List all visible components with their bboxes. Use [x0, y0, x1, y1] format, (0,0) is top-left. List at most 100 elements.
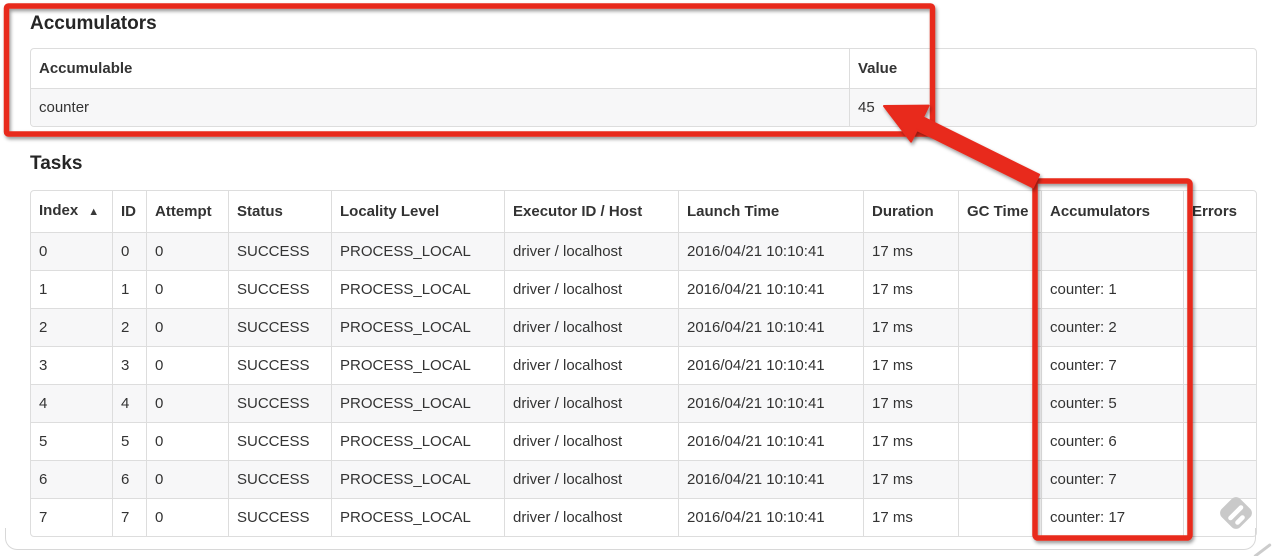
errors-cell: [1183, 498, 1256, 536]
accumulator-row: counter 45: [31, 88, 1256, 126]
accumulable-value-cell: 45: [849, 88, 1256, 126]
id-cell: 6: [112, 460, 146, 498]
status-cell: SUCCESS: [228, 460, 331, 498]
executor-cell: driver / localhost: [504, 346, 678, 384]
launch-time-column-header[interactable]: Launch Time: [678, 191, 863, 232]
spark-stage-page: Accumulators Accumulable Value counter 4…: [0, 0, 1280, 556]
task-row: 3 3 0 SUCCESS PROCESS_LOCAL driver / loc…: [31, 346, 1256, 384]
accumulable-name-cell: counter: [31, 88, 849, 126]
status-cell: SUCCESS: [228, 308, 331, 346]
index-header-label: Index: [39, 202, 79, 219]
gc-time-cell: [958, 308, 1041, 346]
executor-cell: driver / localhost: [504, 498, 678, 536]
page-curl-decoration: [1253, 542, 1272, 556]
duration-cell: 17 ms: [863, 308, 958, 346]
gc-time-cell: [958, 498, 1041, 536]
duration-cell: 17 ms: [863, 232, 958, 270]
executor-cell: driver / localhost: [504, 460, 678, 498]
duration-column-header[interactable]: Duration: [863, 191, 958, 232]
launch-time-cell: 2016/04/21 10:10:41: [678, 422, 863, 460]
gc-time-cell: [958, 384, 1041, 422]
index-column-header[interactable]: Index ▲: [31, 191, 112, 232]
task-row: 7 7 0 SUCCESS PROCESS_LOCAL driver / loc…: [31, 498, 1256, 536]
executor-cell: driver / localhost: [504, 422, 678, 460]
accumulators-heading: Accumulators: [30, 13, 157, 34]
locality-cell: PROCESS_LOCAL: [331, 308, 504, 346]
attempt-cell: 0: [146, 422, 228, 460]
task-row: 1 1 0 SUCCESS PROCESS_LOCAL driver / loc…: [31, 270, 1256, 308]
launch-time-cell: 2016/04/21 10:10:41: [678, 232, 863, 270]
attempt-cell: 0: [146, 498, 228, 536]
accumulators-table: Accumulable Value counter 45: [30, 48, 1257, 127]
tasks-header-row: Index ▲ ID Attempt Status Locality Level …: [31, 191, 1256, 232]
errors-column-header[interactable]: Errors: [1183, 191, 1256, 232]
status-cell: SUCCESS: [228, 346, 331, 384]
accumulators-cell: counter: 7: [1041, 460, 1183, 498]
errors-cell: [1183, 460, 1256, 498]
accumulators-cell: [1041, 232, 1183, 270]
id-cell: 0: [112, 232, 146, 270]
duration-cell: 17 ms: [863, 270, 958, 308]
id-cell: 1: [112, 270, 146, 308]
errors-cell: [1183, 270, 1256, 308]
accumulators-cell: counter: 6: [1041, 422, 1183, 460]
locality-cell: PROCESS_LOCAL: [331, 422, 504, 460]
errors-cell: [1183, 232, 1256, 270]
index-cell: 7: [31, 498, 112, 536]
locality-cell: PROCESS_LOCAL: [331, 346, 504, 384]
tasks-heading: Tasks: [30, 153, 83, 174]
duration-cell: 17 ms: [863, 422, 958, 460]
status-cell: SUCCESS: [228, 384, 331, 422]
status-column-header[interactable]: Status: [228, 191, 331, 232]
tasks-table: Index ▲ ID Attempt Status Locality Level …: [30, 190, 1257, 537]
locality-cell: PROCESS_LOCAL: [331, 498, 504, 536]
executor-cell: driver / localhost: [504, 384, 678, 422]
attempt-cell: 0: [146, 346, 228, 384]
task-row: 6 6 0 SUCCESS PROCESS_LOCAL driver / loc…: [31, 460, 1256, 498]
gc-time-cell: [958, 460, 1041, 498]
executor-cell: driver / localhost: [504, 308, 678, 346]
task-row: 0 0 0 SUCCESS PROCESS_LOCAL driver / loc…: [31, 232, 1256, 270]
launch-time-cell: 2016/04/21 10:10:41: [678, 270, 863, 308]
gc-time-cell: [958, 346, 1041, 384]
page-content: Accumulators Accumulable Value counter 4…: [30, 0, 1257, 537]
accumulable-column-header[interactable]: Accumulable: [31, 49, 849, 88]
duration-cell: 17 ms: [863, 346, 958, 384]
locality-cell: PROCESS_LOCAL: [331, 232, 504, 270]
index-cell: 2: [31, 308, 112, 346]
attempt-cell: 0: [146, 232, 228, 270]
accumulators-header-row: Accumulable Value: [31, 49, 1256, 88]
errors-cell: [1183, 346, 1256, 384]
accumulators-cell: counter: 5: [1041, 384, 1183, 422]
id-cell: 7: [112, 498, 146, 536]
locality-cell: PROCESS_LOCAL: [331, 460, 504, 498]
duration-cell: 17 ms: [863, 498, 958, 536]
accumulators-cell: counter: 7: [1041, 346, 1183, 384]
errors-cell: [1183, 384, 1256, 422]
id-cell: 3: [112, 346, 146, 384]
errors-cell: [1183, 422, 1256, 460]
launch-time-cell: 2016/04/21 10:10:41: [678, 460, 863, 498]
attempt-cell: 0: [146, 270, 228, 308]
gc-time-column-header[interactable]: GC Time: [958, 191, 1041, 232]
duration-cell: 17 ms: [863, 460, 958, 498]
launch-time-cell: 2016/04/21 10:10:41: [678, 498, 863, 536]
attempt-cell: 0: [146, 308, 228, 346]
task-row: 5 5 0 SUCCESS PROCESS_LOCAL driver / loc…: [31, 422, 1256, 460]
launch-time-cell: 2016/04/21 10:10:41: [678, 384, 863, 422]
executor-id-host-column-header[interactable]: Executor ID / Host: [504, 191, 678, 232]
locality-level-column-header[interactable]: Locality Level: [331, 191, 504, 232]
attempt-column-header[interactable]: Attempt: [146, 191, 228, 232]
status-cell: SUCCESS: [228, 422, 331, 460]
index-cell: 1: [31, 270, 112, 308]
accumulators-cell: counter: 17: [1041, 498, 1183, 536]
task-row: 2 2 0 SUCCESS PROCESS_LOCAL driver / loc…: [31, 308, 1256, 346]
id-column-header[interactable]: ID: [112, 191, 146, 232]
id-cell: 4: [112, 384, 146, 422]
index-cell: 6: [31, 460, 112, 498]
accumulators-column-header[interactable]: Accumulators: [1041, 191, 1183, 232]
locality-cell: PROCESS_LOCAL: [331, 270, 504, 308]
status-cell: SUCCESS: [228, 232, 331, 270]
value-column-header[interactable]: Value: [849, 49, 1256, 88]
locality-cell: PROCESS_LOCAL: [331, 384, 504, 422]
